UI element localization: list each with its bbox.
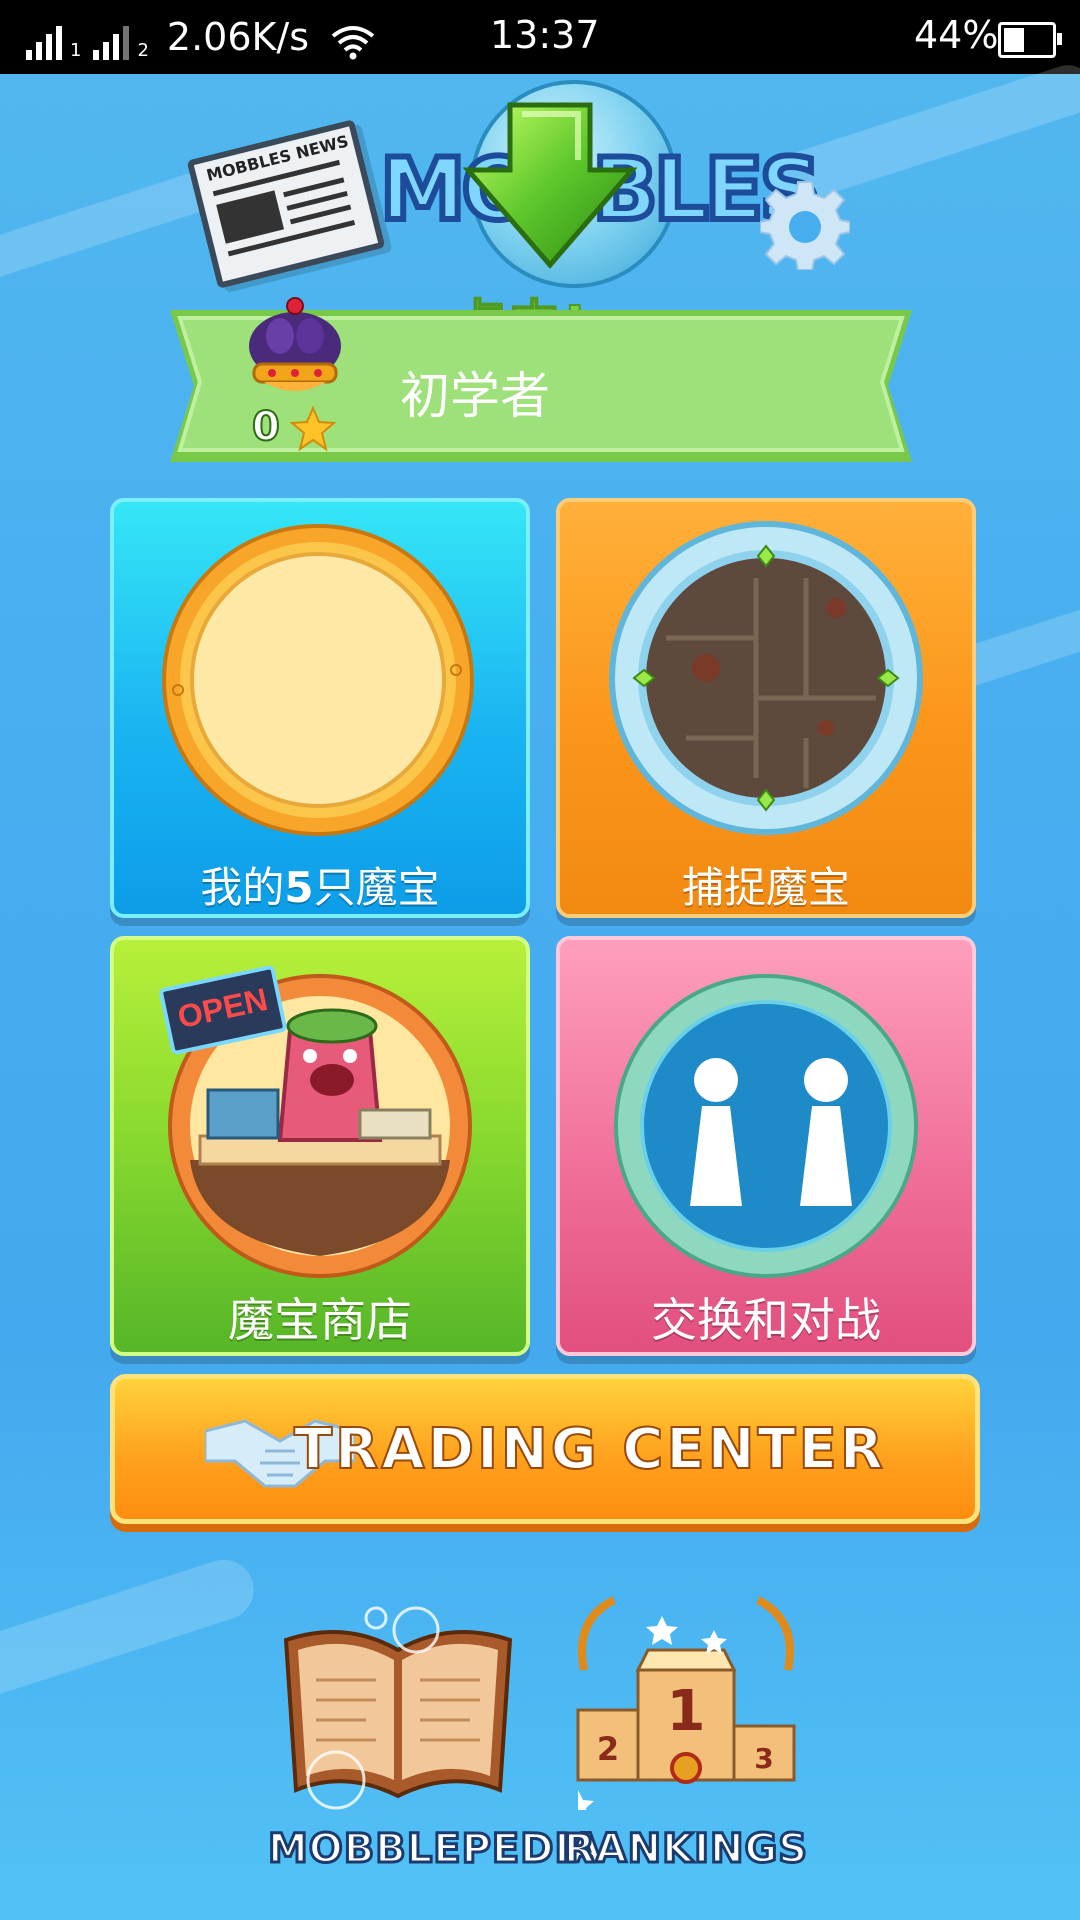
news-picture [216,190,285,244]
trade-battle-label: 交换和对战 [651,1293,881,1347]
svg-text:1: 1 [667,1679,706,1744]
my-mobbles-prefix: 我的 [200,863,285,912]
wifi-icon [331,26,375,60]
battery-percent: 44% [914,13,999,57]
clock: 13:37 [490,13,600,57]
open-sign-text: OPEN [174,981,271,1036]
rankings-button[interactable]: 1 2 3 RANKINGS [556,1590,816,1890]
status-bar: 1 2 2.06K/s 13:37 44% [0,0,1080,74]
catch-mobbles-label: 捕捉魔宝 [681,863,850,912]
sim2-label: 2 [137,40,149,61]
mobble-slot-icon [162,524,474,836]
news-icon[interactable]: MOBBLES NEWS [186,119,386,289]
network-speed: 2.06K/s [166,15,310,59]
book-icon [283,1606,513,1810]
my-mobbles-count: 5 [284,863,314,912]
trading-center-button[interactable]: TRADING CENTER [110,1374,980,1524]
mobble-shop-tile[interactable]: OPEN 魔宝商店 [110,936,530,1356]
bg-streak [0,1552,262,1708]
star-icon [290,406,336,452]
settings-gear-icon[interactable] [760,180,850,270]
rankings-label: RANKINGS [562,1825,809,1874]
mobblepedia-label: MOBBLEPEDIA [267,1825,603,1874]
catch-mobbles-tile[interactable]: 捕捉魔宝 [556,498,976,918]
down-arrow-icon[interactable] [460,100,640,270]
mobble-shop-label: 魔宝商店 [228,1293,412,1347]
crown-icon [249,297,341,391]
players-icon [614,974,918,1278]
trade-battle-tile[interactable]: 交换和对战 [556,936,976,1356]
mobblepedia-button[interactable]: MOBBLEPEDIA [267,1590,603,1890]
signal-icon-2 [93,24,130,60]
trading-center-label: TRADING CENTER [293,1416,887,1483]
signal-icon [26,24,62,60]
status-left: 1 2 2.06K/s [26,12,375,60]
stars-count: 0 [251,403,281,451]
podium-icon: 1 2 3 [576,1596,796,1810]
my-mobbles-label: 我的5只魔宝 [114,854,526,914]
my-mobbles-tile[interactable]: 我的5只魔宝 [110,498,530,918]
svg-text:3: 3 [754,1742,773,1775]
svg-text:2: 2 [597,1730,619,1768]
battery-icon [998,22,1062,58]
rank-name: 初学者 [400,367,550,425]
radar-map-icon [609,521,923,835]
sim1-label: 1 [70,40,82,61]
my-mobbles-suffix: 只魔宝 [313,863,440,912]
